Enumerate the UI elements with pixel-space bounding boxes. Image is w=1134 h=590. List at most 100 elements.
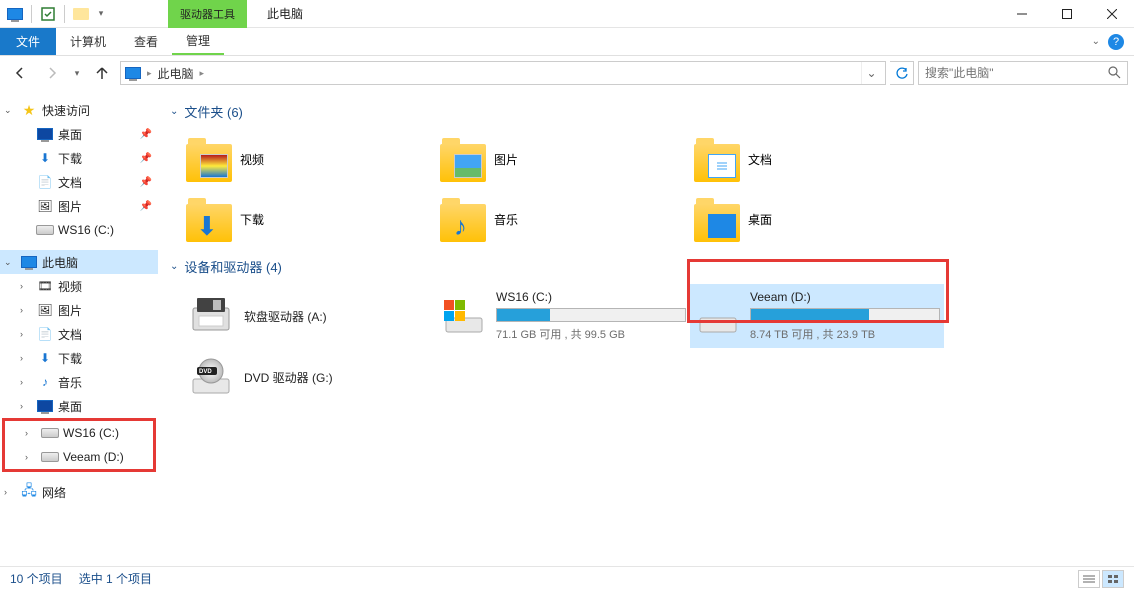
folder-documents[interactable]: 文档	[690, 129, 944, 189]
folder-label: 桌面	[748, 211, 772, 228]
folder-icon: ⬇	[186, 196, 232, 242]
tree-label: 图片	[58, 198, 82, 215]
caret-icon[interactable]: ›	[20, 353, 32, 363]
tree-label: 音乐	[58, 374, 82, 391]
sidebar-item-video[interactable]: ›🎞 视频	[0, 274, 158, 298]
caret-icon[interactable]: ›	[4, 487, 16, 497]
forward-button[interactable]	[38, 59, 66, 87]
search-box[interactable]	[918, 61, 1128, 85]
sidebar-item-downloads[interactable]: ⬇ 下载 📌	[0, 146, 158, 170]
breadcrumb-this-pc[interactable]: 此电脑	[154, 65, 198, 82]
highlight-box-drives: › WS16 (C:) › Veeam (D:)	[2, 418, 156, 472]
sidebar-item-drive-c[interactable]: › WS16 (C:)	[5, 421, 153, 445]
folder-desktop[interactable]: 桌面	[690, 189, 944, 249]
folder-downloads[interactable]: ⬇ 下载	[182, 189, 436, 249]
address-bar: ▾ ▸ 此电脑 ▸ ⌄	[0, 56, 1134, 90]
status-selected-count: 选中 1 个项目	[79, 570, 152, 587]
sidebar-item-documents[interactable]: ›📄 文档	[0, 322, 158, 346]
sidebar-item-drive-d[interactable]: › Veeam (D:)	[5, 445, 153, 469]
pc-icon	[20, 254, 38, 270]
recent-dropdown[interactable]: ▾	[70, 59, 84, 87]
contextual-tab-header: 驱动器工具	[168, 0, 247, 28]
sidebar-this-pc[interactable]: ⌄ 此电脑	[0, 250, 158, 274]
device-dvd[interactable]: DVD DVD 驱动器 (G:)	[182, 348, 436, 406]
caret-icon[interactable]: ›	[20, 329, 32, 339]
os-drive-icon	[442, 293, 486, 339]
separator	[64, 5, 65, 23]
folder-music[interactable]: ♪ 音乐	[436, 189, 690, 249]
folder-video[interactable]: 视频	[182, 129, 436, 189]
search-icon[interactable]	[1107, 65, 1121, 82]
sidebar-item-ws16c[interactable]: WS16 (C:)	[0, 218, 158, 242]
sidebar-item-pictures[interactable]: ›🖼 图片	[0, 298, 158, 322]
new-folder-icon[interactable]	[70, 3, 92, 25]
caret-icon[interactable]: ›	[20, 305, 32, 315]
view-icons-button[interactable]	[1102, 570, 1124, 588]
caret-icon[interactable]: ⌄	[4, 105, 16, 116]
folder-icon: ♪	[440, 196, 486, 242]
maximize-button[interactable]	[1044, 0, 1089, 28]
up-button[interactable]	[88, 59, 116, 87]
properties-icon[interactable]	[37, 3, 59, 25]
tab-view[interactable]: 查看	[120, 28, 172, 55]
tree-label: WS16 (C:)	[58, 223, 114, 237]
window-title: 此电脑	[267, 5, 303, 22]
chevron-down-icon[interactable]: ⌄	[170, 106, 178, 117]
folder-pictures[interactable]: 图片	[436, 129, 690, 189]
caret-icon[interactable]: ›	[20, 281, 32, 291]
titlebar: ▾ 驱动器工具 此电脑	[0, 0, 1134, 28]
device-label: DVD 驱动器 (G:)	[244, 369, 430, 386]
desktop-icon	[36, 398, 54, 414]
device-status: 8.74 TB 可用 , 共 23.9 TB	[750, 326, 940, 342]
tab-computer[interactable]: 计算机	[56, 28, 120, 55]
refresh-button[interactable]	[890, 61, 914, 85]
group-header-devices[interactable]: ⌄ 设备和驱动器 (4)	[170, 257, 1122, 276]
sidebar-item-desktop[interactable]: › 桌面	[0, 394, 158, 418]
caret-icon[interactable]: ⌄	[4, 257, 16, 268]
tree-label: 下载	[58, 350, 82, 367]
document-icon: 📄	[36, 326, 54, 342]
folder-icon	[440, 136, 486, 182]
tree-label: 下载	[58, 150, 82, 167]
breadcrumb-sep-icon[interactable]: ▸	[200, 68, 205, 79]
caret-icon[interactable]: ›	[20, 401, 32, 411]
sidebar-item-documents[interactable]: 📄 文档 📌	[0, 170, 158, 194]
group-header-folders[interactable]: ⌄ 文件夹 (6)	[170, 102, 1122, 121]
back-button[interactable]	[6, 59, 34, 87]
help-icon[interactable]: ?	[1108, 34, 1124, 50]
tree-label: 此电脑	[42, 254, 78, 271]
tab-manage[interactable]: 管理	[172, 28, 224, 55]
caret-icon[interactable]: ›	[25, 452, 37, 462]
minimize-button[interactable]	[999, 0, 1044, 28]
device-c-drive[interactable]: WS16 (C:) 71.1 GB 可用 , 共 99.5 GB	[436, 284, 690, 348]
usage-bar	[496, 308, 686, 322]
caret-icon[interactable]: ›	[25, 428, 37, 438]
sidebar-item-music[interactable]: ›♪ 音乐	[0, 370, 158, 394]
pin-icon: 📌	[140, 201, 152, 212]
history-dropdown-icon[interactable]: ⌄	[861, 62, 881, 84]
folder-label: 视频	[240, 151, 264, 168]
tree-label: 桌面	[58, 126, 82, 143]
sidebar-item-desktop[interactable]: 桌面 📌	[0, 122, 158, 146]
search-input[interactable]	[925, 66, 1107, 80]
breadcrumb-sep-icon[interactable]: ▸	[147, 68, 152, 79]
qat-dropdown-icon[interactable]: ▾	[94, 3, 108, 25]
device-floppy[interactable]: 软盘驱动器 (A:)	[182, 284, 436, 348]
caret-icon[interactable]: ›	[20, 377, 32, 387]
folder-label: 文档	[748, 151, 772, 168]
chevron-down-icon[interactable]: ⌄	[170, 261, 178, 272]
sidebar-item-downloads[interactable]: ›⬇ 下载	[0, 346, 158, 370]
download-icon: ⬇	[36, 150, 54, 166]
system-menu-icon[interactable]	[4, 3, 26, 25]
close-button[interactable]	[1089, 0, 1134, 28]
folder-icon	[186, 136, 232, 182]
ribbon-expand-icon[interactable]: ⌄	[1092, 36, 1100, 47]
sidebar-item-pictures[interactable]: 🖼 图片 📌	[0, 194, 158, 218]
sidebar-network[interactable]: › 🖧 网络	[0, 480, 158, 504]
tree-label: 快速访问	[42, 102, 90, 119]
breadcrumb[interactable]: ▸ 此电脑 ▸ ⌄	[120, 61, 886, 85]
tab-file[interactable]: 文件	[0, 28, 56, 55]
sidebar-quick-access[interactable]: ⌄ ★ 快速访问	[0, 98, 158, 122]
view-details-button[interactable]	[1078, 570, 1100, 588]
folder-icon	[694, 136, 740, 182]
